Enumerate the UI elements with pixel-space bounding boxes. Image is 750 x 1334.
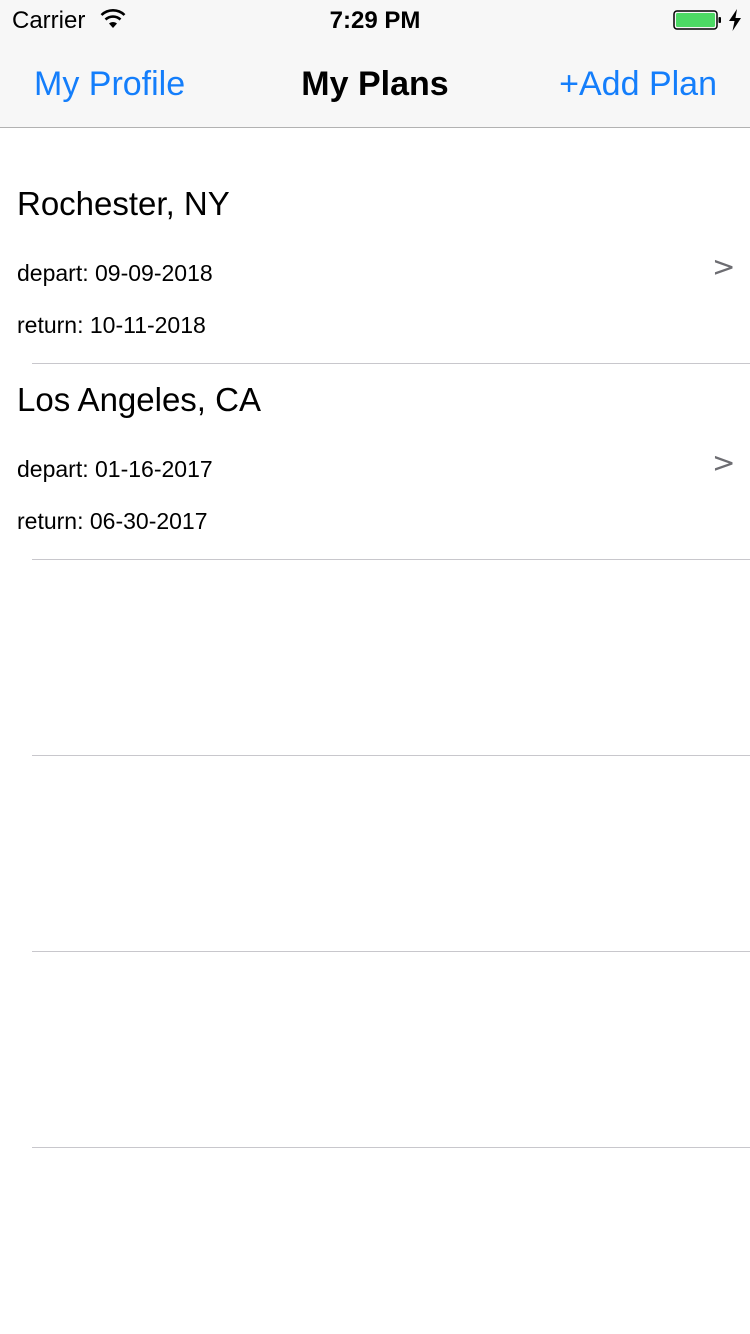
plan-row-los-angeles[interactable]: Los Angeles, CA depart: 01-16-2017 retur… [0, 364, 750, 560]
chevron-right-icon: > [712, 446, 736, 479]
plan-row-rochester[interactable]: Rochester, NY depart: 09-09-2018 return:… [0, 129, 750, 364]
charging-bolt-icon [729, 9, 741, 31]
plan-depart-date: depart: 01-16-2017 [17, 456, 213, 482]
add-plan-button[interactable]: +Add Plan [559, 64, 717, 104]
battery-icon [673, 10, 721, 30]
plan-return-date: return: 06-30-2017 [17, 508, 208, 534]
row-separator [32, 1147, 750, 1148]
empty-row [0, 560, 750, 756]
plan-city: Rochester, NY [17, 185, 230, 222]
plan-city: Los Angeles, CA [17, 381, 261, 418]
navigation-bar: My Profile My Plans +Add Plan [0, 40, 750, 128]
status-bar: Carrier 7:29 PM [0, 0, 750, 40]
chevron-right-icon: > [712, 250, 736, 283]
empty-row [0, 952, 750, 1148]
plan-return-date: return: 10-11-2018 [17, 312, 206, 338]
plan-depart-date: depart: 09-09-2018 [17, 260, 213, 286]
plans-table: Rochester, NY depart: 09-09-2018 return:… [0, 129, 750, 1148]
empty-row [0, 756, 750, 952]
status-time: 7:29 PM [329, 7, 421, 34]
